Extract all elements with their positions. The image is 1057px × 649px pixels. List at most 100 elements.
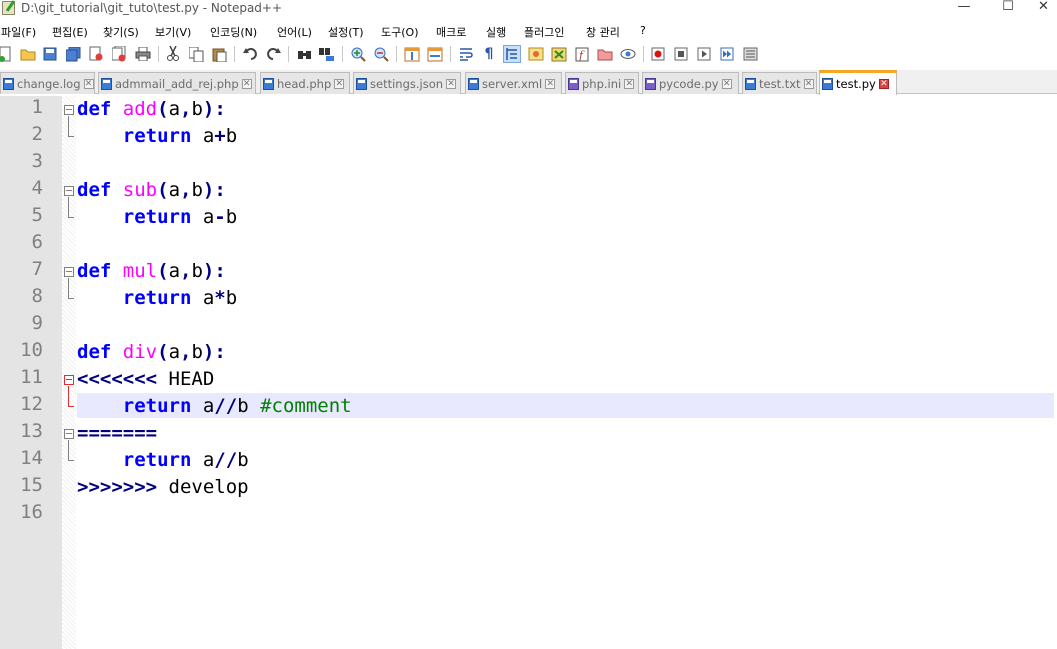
sync-vertical-icon[interactable] [403, 45, 421, 63]
line-number: 15 [20, 474, 43, 496]
tab-test-py[interactable]: test.py ✕ [819, 70, 897, 95]
menu-help[interactable]: ? [640, 24, 646, 37]
code-token: a [191, 287, 215, 309]
fold-collapse-icon[interactable] [64, 429, 74, 439]
indent-guide-icon[interactable] [503, 45, 521, 63]
menu-language[interactable]: 언어(L) [277, 24, 312, 40]
fold-collapse-icon[interactable] [64, 375, 74, 385]
code-line[interactable]: def mul(a,b): [77, 258, 226, 285]
code-token: return [122, 125, 192, 147]
code-line[interactable]: return a//b [77, 447, 249, 474]
tab-test-txt[interactable]: test.txt ✕ [742, 72, 817, 94]
show-all-characters-icon[interactable]: ¶ [480, 45, 498, 63]
code-token: ======= [77, 422, 158, 444]
code-line[interactable]: def div(a,b): [77, 339, 226, 366]
tab-close-icon[interactable]: ✕ [803, 78, 814, 89]
tab-close-icon[interactable]: ✕ [83, 78, 94, 89]
line-number: 2 [31, 123, 43, 145]
save-all-icon[interactable] [64, 45, 82, 63]
paste-icon[interactable] [210, 45, 228, 63]
menu-search[interactable]: 찾기(S) [103, 24, 139, 40]
close-all-icon[interactable] [110, 45, 128, 63]
save-icon[interactable] [41, 45, 59, 63]
menu-macro[interactable]: 매크로 [436, 24, 466, 40]
tab-head-php[interactable]: head.php ✕ [260, 72, 350, 94]
fold-margin [62, 96, 76, 649]
monitoring-eye-icon[interactable] [619, 45, 637, 63]
replace-icon[interactable] [318, 45, 336, 63]
sync-horizontal-icon[interactable] [426, 45, 444, 63]
code-token: ( [157, 179, 169, 201]
menu-encoding[interactable]: 인코딩(N) [210, 24, 257, 40]
menu-tools[interactable]: 도구(O) [381, 24, 418, 40]
code-line[interactable]: return a-b [77, 204, 237, 231]
tab-close-icon[interactable]: ✕ [878, 79, 889, 89]
code-line[interactable]: def add(a,b): [77, 96, 226, 123]
tab-close-icon[interactable]: ✕ [545, 78, 556, 89]
menu-settings[interactable]: 설정(T) [328, 24, 364, 40]
tab-pycode-py[interactable]: pycode.py ✕ [642, 72, 739, 94]
tab-server-xml[interactable]: server.xml ✕ [465, 72, 562, 94]
function-list-icon[interactable]: f [573, 45, 591, 63]
save-macro-icon[interactable] [741, 45, 759, 63]
maximize-button[interactable]: ☐ [988, 0, 1028, 18]
minimize-button[interactable]: — [944, 0, 984, 18]
menu-view[interactable]: 보기(V) [155, 24, 191, 40]
code-line[interactable]: return a*b [77, 285, 237, 312]
code-token: develop [157, 476, 249, 498]
folder-as-workspace-icon[interactable] [596, 45, 614, 63]
tab-close-icon[interactable]: ✕ [446, 78, 457, 89]
code-editor[interactable]: 1 2 3 4 5 6 7 8 9 10 11 12 13 14 15 16 d… [0, 96, 1057, 649]
tab-settings-json[interactable]: settings.json ✕ [353, 72, 461, 94]
code-line[interactable]: return a+b [77, 123, 237, 150]
code-line[interactable]: def sub(a,b): [77, 177, 226, 204]
code-token: b [191, 179, 203, 201]
fold-collapse-icon[interactable] [64, 105, 74, 115]
menu-edit[interactable]: 편집(E) [52, 24, 88, 40]
fold-collapse-icon[interactable] [64, 186, 74, 196]
code-token: a [191, 206, 215, 228]
zoom-in-icon[interactable] [349, 45, 367, 63]
user-language-icon[interactable] [527, 45, 545, 63]
menu-plugins[interactable]: 플러그인 [524, 24, 564, 40]
tab-admmail-add-rej-php[interactable]: admmail_add_rej.php ✕ [98, 72, 256, 94]
fold-collapse-icon[interactable] [64, 267, 74, 277]
redo-icon[interactable] [264, 45, 282, 63]
document-map-icon[interactable] [550, 45, 568, 63]
line-number: 3 [31, 150, 43, 172]
tab-close-icon[interactable]: ✕ [721, 78, 732, 89]
find-icon[interactable] [295, 45, 313, 63]
tab-close-icon[interactable]: ✕ [334, 78, 345, 89]
tab-close-icon[interactable]: ✕ [624, 78, 635, 89]
new-file-icon[interactable] [0, 45, 14, 63]
word-wrap-icon[interactable] [457, 45, 475, 63]
fold-end [68, 460, 74, 461]
cut-icon[interactable] [164, 45, 182, 63]
undo-icon[interactable] [241, 45, 259, 63]
code-token: div [122, 341, 158, 363]
tab-php-ini[interactable]: php.ini ✕ [565, 72, 639, 94]
record-macro-icon[interactable] [649, 45, 667, 63]
close-file-icon[interactable] [87, 45, 105, 63]
menu-window[interactable]: 창 관리 [586, 24, 620, 40]
open-file-icon[interactable] [19, 45, 37, 63]
tab-change-log[interactable]: change.log ✕ [0, 72, 95, 94]
playback-macro-icon[interactable] [695, 45, 713, 63]
close-window-button[interactable]: ✕ [1030, 0, 1057, 18]
tab-close-icon[interactable]: ✕ [241, 78, 252, 89]
code-token: // [214, 395, 238, 417]
print-icon[interactable] [134, 45, 152, 63]
code-line[interactable]: <<<<<<< HEAD [77, 366, 214, 393]
stop-recording-icon[interactable] [672, 45, 690, 63]
menu-run[interactable]: 실행 [486, 24, 506, 40]
menu-file[interactable]: 파일(F) [1, 24, 36, 40]
tab-label: test.txt [759, 76, 801, 91]
copy-icon[interactable] [187, 45, 205, 63]
code-line[interactable]: ======= [77, 420, 157, 447]
code-token: return [122, 449, 192, 471]
code-line[interactable]: >>>>>>> develop [77, 474, 249, 501]
run-macro-multiple-icon[interactable] [718, 45, 736, 63]
zoom-out-icon[interactable] [372, 45, 390, 63]
code-line[interactable]: return a//b #comment [77, 393, 352, 420]
